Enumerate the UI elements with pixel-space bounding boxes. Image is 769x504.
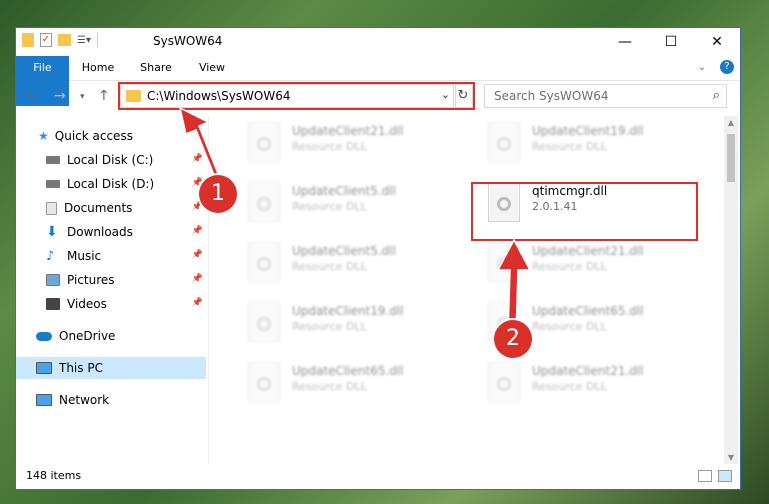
arrow-to-address-bar [178,106,222,187]
annotation-arrows [178,106,532,336]
step-marker-1: 1 [199,175,237,213]
step-marker-2: 2 [494,320,532,358]
